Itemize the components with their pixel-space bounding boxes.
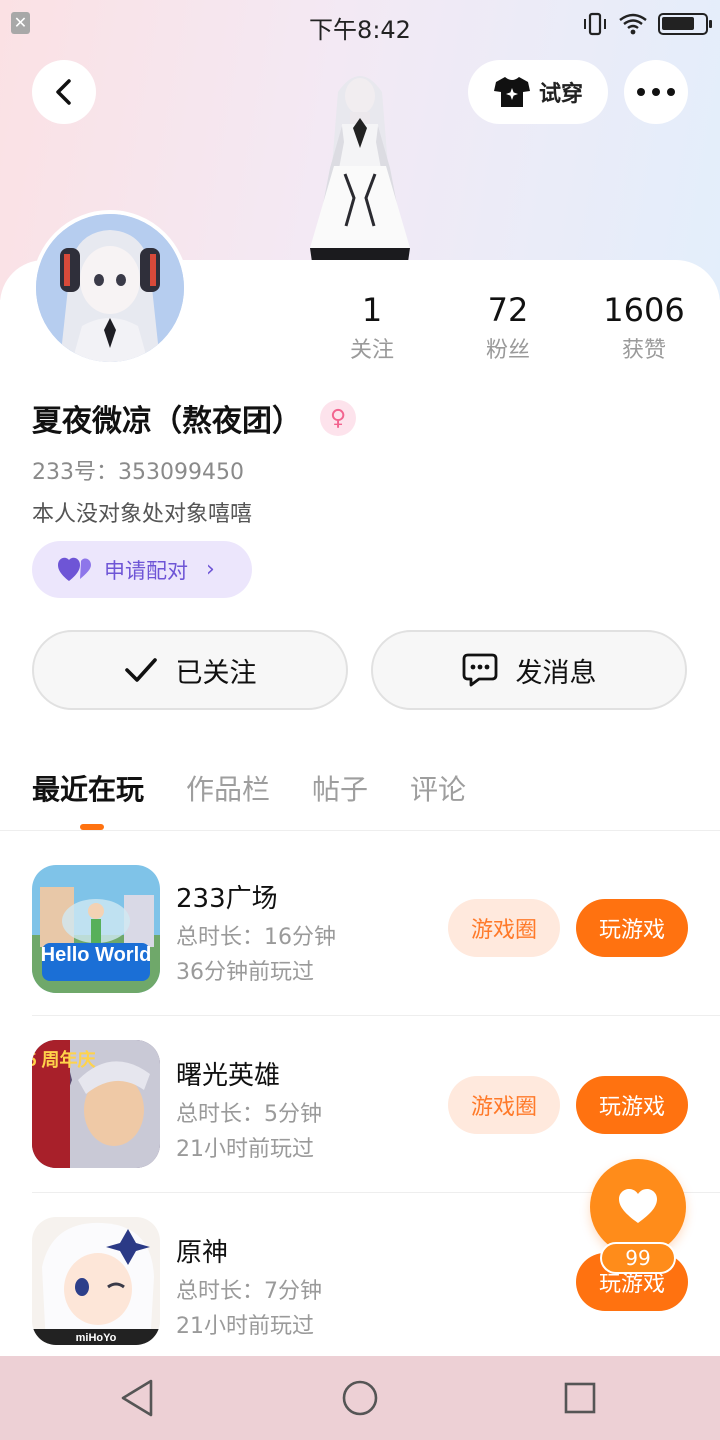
game-icon-text: miHoYo xyxy=(76,1332,117,1344)
apply-pair-button[interactable]: 申请配对 › xyxy=(32,541,252,598)
battery-icon xyxy=(658,13,712,35)
game-icon-text: Hello World xyxy=(41,944,152,966)
play-game-button[interactable]: 玩游戏 xyxy=(576,899,688,957)
nav-back-button[interactable] xyxy=(115,1376,159,1420)
chat-bubble-icon xyxy=(462,653,497,687)
game-icon-text: 5v5 周年庆 xyxy=(32,1049,96,1070)
vibrate-icon xyxy=(584,12,606,36)
stat-label: 关注 xyxy=(349,338,394,363)
chevron-left-icon xyxy=(56,79,71,105)
following-label: 已关注 xyxy=(175,657,257,689)
nav-recents-button[interactable] xyxy=(558,1376,602,1420)
profile-tabs: 最近在玩 作品栏 帖子 评论 xyxy=(32,768,466,808)
game-duration: 总时长：16分钟 xyxy=(176,925,336,950)
game-last-played: 36分钟前玩过 xyxy=(176,960,314,985)
chevron-right-icon: › xyxy=(206,557,215,582)
user-id: 233号：353099450 xyxy=(32,460,244,485)
profile-stats: 1 关注 72 粉丝 1606 获赞 xyxy=(304,290,712,364)
name-row: 夏夜微凉（熬夜团） ♀ xyxy=(32,396,356,440)
like-count-badge: 99 xyxy=(600,1242,676,1274)
tab-posts[interactable]: 帖子 xyxy=(312,768,368,808)
apply-pair-label: 申请配对 xyxy=(104,558,188,583)
stat-label: 获赞 xyxy=(621,338,666,363)
game-icon-genshin: miHoYo xyxy=(32,1217,160,1345)
tab-recently-played[interactable]: 最近在玩 xyxy=(32,768,144,808)
game-circle-button[interactable]: 游戏圈 xyxy=(448,1076,560,1134)
more-button[interactable] xyxy=(624,60,688,124)
game-name: 233广场 xyxy=(176,884,278,914)
status-icons xyxy=(582,12,712,36)
user-bio: 本人没对象处对象嘻嘻 xyxy=(32,502,253,527)
triangle-back-icon xyxy=(121,1379,153,1417)
circle-home-icon xyxy=(342,1380,378,1416)
game-list-item[interactable]: Hello World 233广场 总时长：16分钟 36分钟前玩过 游戏圈 玩… xyxy=(0,840,720,1016)
stat-value: 1606 xyxy=(603,291,685,329)
stat-following[interactable]: 1 关注 xyxy=(304,290,440,364)
game-duration: 总时长：7分钟 xyxy=(176,1279,322,1304)
game-name: 曙光英雄 xyxy=(176,1061,281,1091)
floating-like-button[interactable] xyxy=(590,1159,686,1255)
game-circle-button[interactable]: 游戏圈 xyxy=(448,899,560,957)
play-game-button[interactable]: 玩游戏 xyxy=(576,1076,688,1134)
wifi-icon xyxy=(619,13,647,35)
check-icon xyxy=(124,658,157,682)
stat-value: 72 xyxy=(487,291,529,329)
game-icon-dawn-heroes: 5v5 周年庆 xyxy=(32,1040,160,1168)
tab-comments[interactable]: 评论 xyxy=(410,768,466,808)
game-last-played: 21小时前玩过 xyxy=(176,1137,314,1162)
game-name: 原神 xyxy=(176,1238,229,1268)
female-gender-icon: ♀ xyxy=(320,400,356,436)
stat-label: 粉丝 xyxy=(485,338,530,363)
try-on-label: 试穿 xyxy=(538,82,583,107)
stat-likes[interactable]: 1606 获赞 xyxy=(576,290,712,364)
game-last-played: 21小时前玩过 xyxy=(176,1314,314,1339)
send-message-label: 发消息 xyxy=(515,657,597,689)
avatar[interactable] xyxy=(32,210,188,366)
username: 夏夜微凉（熬夜团） xyxy=(32,404,302,439)
game-icon-233-plaza: Hello World xyxy=(32,865,160,993)
more-horizontal-icon xyxy=(637,88,675,96)
try-on-button[interactable]: 试穿 xyxy=(468,60,608,124)
nav-home-button[interactable] xyxy=(338,1376,382,1420)
status-bar: ✕ 下午8:42 xyxy=(0,0,720,50)
tshirt-icon xyxy=(493,77,530,107)
square-recents-icon xyxy=(564,1382,596,1414)
row-divider xyxy=(32,1015,720,1016)
avatar-3d-character xyxy=(310,76,410,262)
tab-works[interactable]: 作品栏 xyxy=(186,768,270,808)
hearts-icon xyxy=(58,557,91,581)
back-button[interactable] xyxy=(32,60,96,124)
stat-fans[interactable]: 72 粉丝 xyxy=(440,290,576,364)
avatar-image xyxy=(36,214,184,362)
send-message-button[interactable]: 发消息 xyxy=(371,630,687,710)
game-duration: 总时长：5分钟 xyxy=(176,1102,322,1127)
tab-divider xyxy=(0,830,720,831)
heart-icon xyxy=(619,1189,657,1223)
system-navigation-bar xyxy=(0,1356,720,1440)
following-button[interactable]: 已关注 xyxy=(32,630,348,710)
stat-value: 1 xyxy=(361,291,383,329)
